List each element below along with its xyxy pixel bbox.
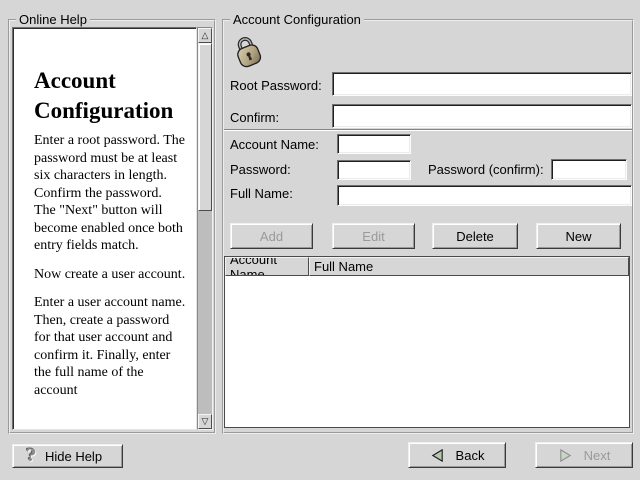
scroll-down-button[interactable]: ▽	[198, 414, 212, 429]
help-paragraph: Enter a user account name. Then, create …	[34, 294, 186, 399]
help-paragraph: Now create a user account.	[34, 266, 186, 284]
full-name-input[interactable]	[337, 185, 632, 206]
scroll-up-button[interactable]: △	[198, 28, 212, 43]
help-question-icon: ?	[26, 448, 36, 465]
accounts-list[interactable]	[225, 276, 629, 427]
password-input[interactable]	[337, 160, 411, 180]
edit-button[interactable]: Edit	[332, 223, 415, 249]
column-header-account-name[interactable]: Account Name	[225, 257, 309, 276]
account-configuration-frame-label: Account Configuration	[230, 13, 364, 27]
confirm-password-input[interactable]	[332, 104, 632, 128]
help-title: Account Configuration	[34, 66, 186, 126]
hide-help-label: Hide Help	[45, 449, 102, 464]
accounts-table-header: Account Name Full Name	[225, 257, 629, 276]
back-button[interactable]: Back	[408, 442, 506, 468]
add-button[interactable]: Add	[230, 223, 313, 249]
column-header-full-name[interactable]: Full Name	[309, 257, 629, 276]
scroll-up-icon: △	[202, 31, 209, 40]
next-label: Next	[584, 448, 611, 463]
confirm-password-label: Confirm:	[230, 110, 279, 125]
password-label: Password:	[230, 162, 291, 177]
next-arrow-icon	[558, 448, 573, 463]
account-configuration-frame: Account Configuration Root Password: Con…	[222, 19, 634, 434]
online-help-frame: Online Help Account Configuration Enter …	[8, 19, 216, 434]
back-arrow-icon	[430, 448, 445, 463]
hide-help-button[interactable]: ? Hide Help	[12, 444, 123, 468]
root-password-input[interactable]	[332, 72, 632, 96]
scrollbar-thumb[interactable]	[198, 43, 212, 211]
accounts-table: Account Name Full Name	[224, 256, 630, 428]
back-label: Back	[456, 448, 485, 463]
next-button[interactable]: Next	[535, 442, 633, 468]
help-text-area: Account Configuration Enter a root passw…	[12, 27, 197, 430]
password-confirm-label: Password (confirm):	[428, 162, 544, 177]
help-scrollbar[interactable]: △ ▽	[197, 27, 213, 430]
full-name-label: Full Name:	[230, 186, 293, 201]
help-paragraph: Enter a root password. The password must…	[34, 132, 186, 255]
account-name-input[interactable]	[337, 134, 411, 154]
online-help-frame-label: Online Help	[16, 13, 90, 27]
account-name-label: Account Name:	[230, 137, 319, 152]
root-password-label: Root Password:	[230, 78, 322, 93]
padlock-icon	[229, 31, 267, 69]
delete-button[interactable]: Delete	[432, 223, 518, 249]
password-confirm-input[interactable]	[551, 159, 627, 180]
scroll-down-icon: ▽	[202, 417, 209, 426]
new-button[interactable]: New	[536, 223, 621, 249]
separator	[224, 129, 632, 131]
